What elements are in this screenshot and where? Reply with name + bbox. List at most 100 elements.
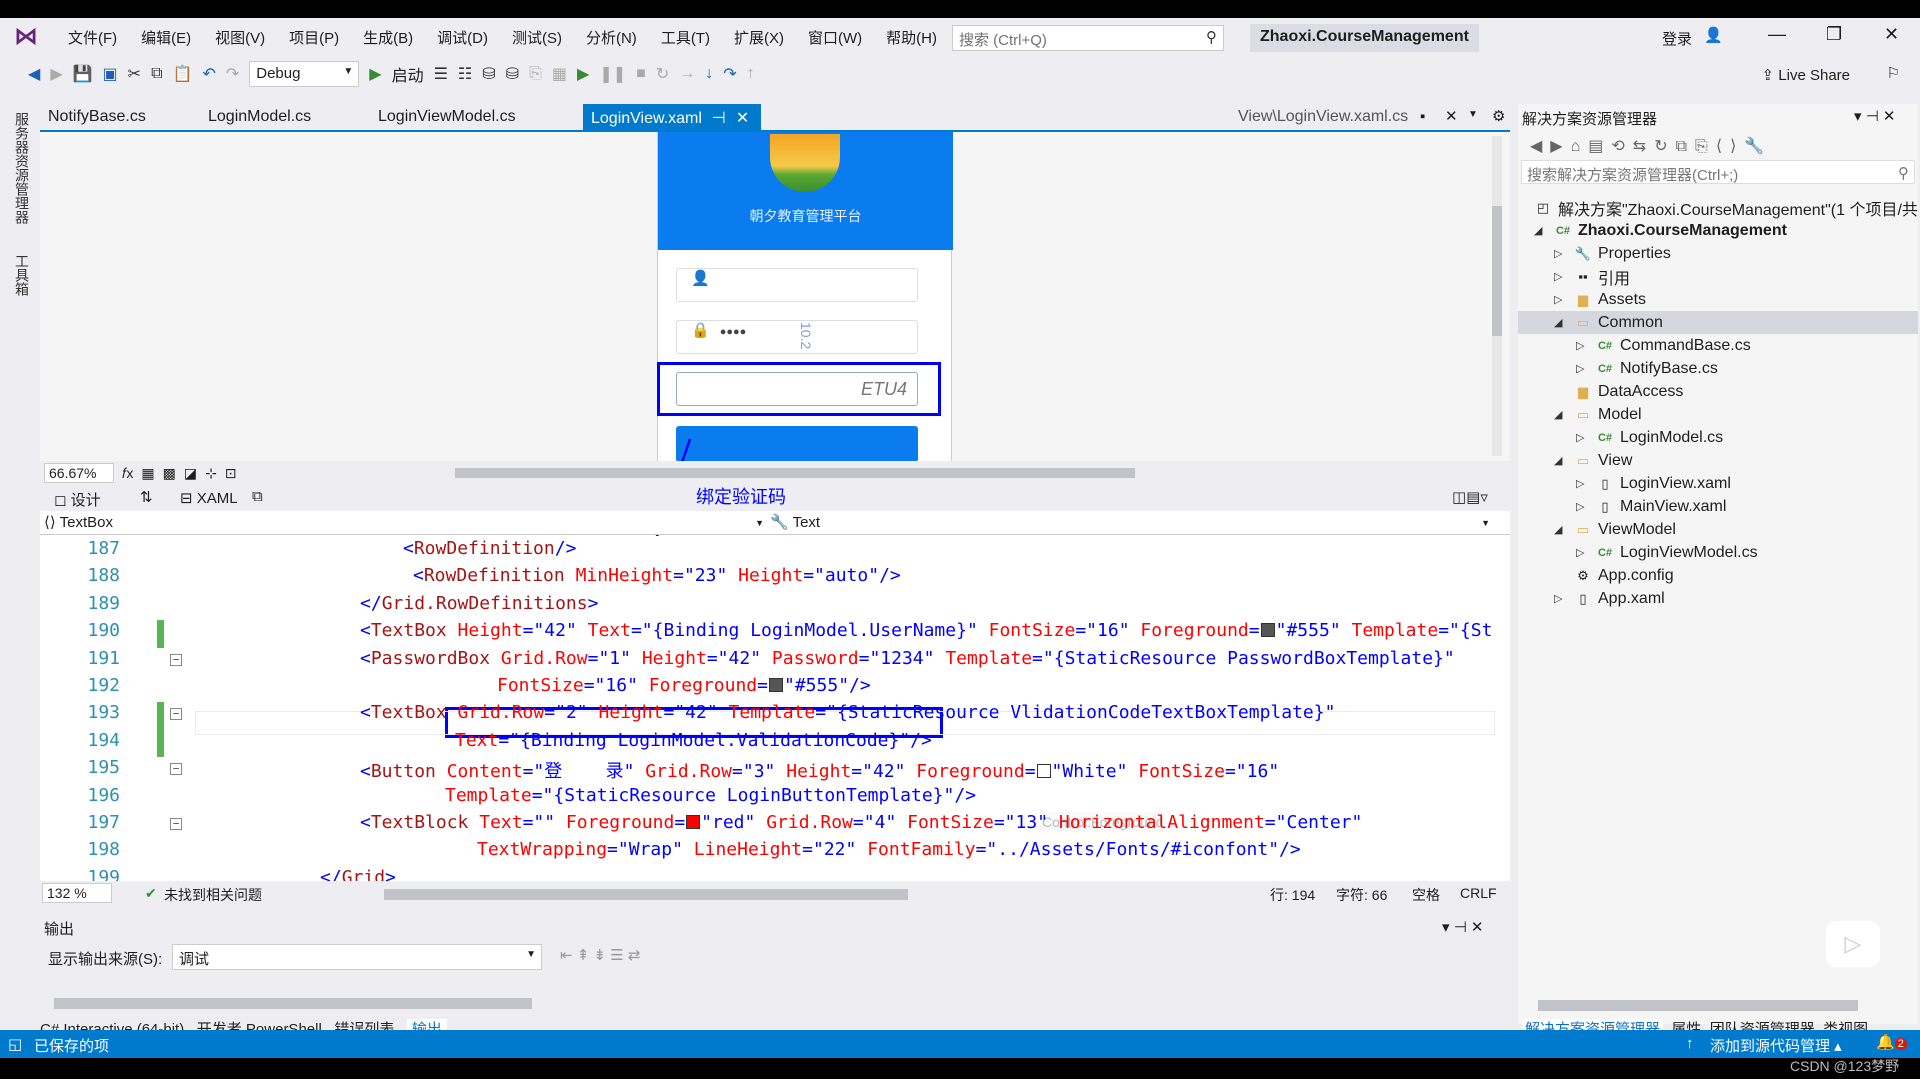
forward-icon[interactable]: ▶ [50,64,62,84]
pin-icon[interactable]: ▪ [1420,108,1425,125]
expand-icon[interactable]: ▷ [1576,500,1584,513]
configuration-select[interactable]: Debug ▼ [249,61,360,87]
restart-icon[interactable]: ↻ [656,64,669,84]
snap-lines-icon[interactable]: ⊹ [205,465,217,482]
notification-bell-icon[interactable]: 🔔 2 [1876,1033,1907,1051]
menu-item[interactable]: 项目(P) [277,27,351,48]
tree-item[interactable]: ▪▪ 引用 [1574,265,1630,288]
step-out-icon[interactable]: ↑ [747,65,755,83]
formula-icon[interactable]: 𝑓x [122,465,133,482]
pause-icon[interactable]: ❚❚ [599,64,626,84]
close-tab-icon[interactable]: ✕ [736,110,749,127]
menu-item[interactable]: 扩展(X) [722,27,796,48]
code-line[interactable]: <PasswordBox Grid.Row="1" Height="42" Pa… [360,648,1455,669]
effects-icon[interactable]: ⊡ [225,465,237,482]
tree-item[interactable]: ◰ 解决方案"Zhaoxi.CourseManagement"(1 个项目/共 [1534,196,1918,219]
code-area[interactable]: Control.Foreground 187 <RowDefinition/> 18… [40,536,1510,881]
indent-icon[interactable]: ☰ [434,64,448,84]
tab-design[interactable]: ◻ 设计 [54,489,101,510]
paste-icon[interactable]: 📋 [173,64,193,84]
fold-toggle-icon[interactable]: − [170,818,182,830]
build-all-icon[interactable]: ⛁ [506,64,519,84]
close-tab-icon[interactable]: ✕ [1445,107,1458,125]
menu-item[interactable]: 窗口(W) [796,27,874,48]
tree-item[interactable]: ▯ App.xaml [1574,587,1664,610]
add-to-source-control[interactable]: 添加到源代码管理 ▴ [1710,1035,1842,1056]
back-icon[interactable]: ◀ [28,64,40,84]
fold-toggle-icon[interactable]: − [170,708,182,721]
tab-loginview-xaml[interactable]: LoginView.xaml ⊣ ✕ [583,104,761,130]
restore-button[interactable]: ❐ [1826,24,1842,45]
expand-icon[interactable]: ▷ [1576,339,1584,352]
property-dropdown[interactable]: 🔧 Text ▼ [770,513,1490,531]
editor-zoom-select[interactable]: 132 % [42,883,112,903]
grid-icon[interactable]: ▦ [552,64,567,84]
collapse-icon[interactable]: ◢ [1554,316,1562,329]
tab-list-dropdown-icon[interactable]: ▼ [1468,109,1478,120]
expand-icon[interactable]: ▷ [1554,592,1562,605]
tree-item[interactable]: ▆ Assets [1574,288,1646,311]
search-input[interactable]: 搜索 (Ctrl+Q) ⚲ [952,25,1224,51]
undo-icon[interactable]: ↶ [202,64,215,84]
user-icon[interactable]: 👤 [1704,26,1723,44]
code-line[interactable]: <RowDefinition MinHeight="23" Height="au… [413,565,901,586]
close-window-button[interactable]: ✕ [1884,24,1899,45]
build-icon[interactable]: ⛁ [482,64,495,84]
panel-controls[interactable]: ▾ ⊣ ✕ [1442,918,1484,936]
split-view-icons[interactable]: ◫▤▿ [1452,488,1488,506]
tree-item[interactable]: C# NotifyBase.cs [1596,357,1718,380]
expand-icon[interactable]: ▷ [1554,270,1562,283]
start-button[interactable]: 启动 [392,62,424,86]
menu-item[interactable]: 工具(T) [649,27,722,48]
copy-icon[interactable]: ⧉ [151,65,162,83]
tree-item[interactable]: ▭ ViewModel [1574,518,1676,541]
expand-icon[interactable]: ▷ [1576,546,1584,559]
video-play-icon[interactable]: ▷ [1826,921,1880,967]
code-horizontal-scrollbar[interactable] [384,889,908,900]
toolbox-tab[interactable]: 工具箱 [12,254,32,296]
collapse-icon[interactable]: ◢ [1554,454,1562,467]
tab-loginview-xaml-cs[interactable]: View\LoginView.xaml.cs [1230,104,1416,130]
tree-item[interactable]: 🔧 Properties [1574,242,1671,265]
tab-loginviewmodel[interactable]: LoginViewModel.cs [370,104,524,130]
collapse-icon[interactable]: ◢ [1534,224,1542,237]
code-line[interactable]: <TextBox Grid.Row="2" Height="42" Templa… [360,702,1335,723]
tree-item[interactable]: C# LoginViewModel.cs [1596,541,1758,564]
tab-xaml[interactable]: ⊟ XAML [180,489,238,507]
solution-search-input[interactable]: 搜索解决方案资源管理器(Ctrl+;) ⚲ [1521,160,1915,184]
expand-icon[interactable]: ▷ [1576,431,1584,444]
tree-item[interactable]: C# CommandBase.cs [1596,334,1751,357]
tree-item[interactable]: ⚙ App.config [1574,564,1673,587]
element-dropdown[interactable]: ⟨⟩ TextBox ▼ [44,513,764,531]
output-source-select[interactable]: 调试 ▼ [172,944,542,970]
step-into-icon[interactable]: ↓ [705,65,713,83]
output-horizontal-scrollbar[interactable] [54,998,532,1009]
output-toolbar-icons[interactable]: ⇤ ⇞ ⇟ ☰ ⇄ [560,946,640,964]
snap-grid-icon[interactable]: ▩ [163,465,176,482]
expand-icon[interactable]: ▷ [1576,477,1584,490]
tree-item[interactable]: ▯ LoginView.xaml [1596,472,1730,495]
solution-toolbar-icons[interactable]: ◀▶⌂▤⟲⇆↻⧉⎘⟨⟩🔧 [1530,136,1772,156]
expand-icon[interactable]: ▷ [1554,293,1562,306]
redo-icon[interactable]: ↷ [226,64,239,84]
tab-loginmodel[interactable]: LoginModel.cs [200,104,319,130]
menu-item[interactable]: 文件(F) [56,27,129,48]
login-link[interactable]: 登录 [1662,28,1692,49]
start-icon[interactable]: ▶ [369,64,381,84]
menu-item[interactable]: 帮助(H) [874,27,949,48]
server-explorer-tab[interactable]: 服务器资源管理器 [12,112,32,224]
popout-icon[interactable]: ⧉ [252,488,263,505]
tree-horizontal-scrollbar[interactable] [1538,1000,1858,1011]
issues-status[interactable]: 未找到相关问题 [164,885,262,905]
fold-toggle-icon[interactable]: − [170,763,182,776]
tree-item[interactable]: ▭ View [1574,449,1633,472]
collapse-icon[interactable]: ◢ [1554,408,1562,421]
code-line[interactable]: <RowDefinition/> [403,538,576,559]
cut-icon[interactable]: ✂ [128,64,141,84]
format-icon[interactable]: ☷ [458,64,472,84]
code-line[interactable]: Text="{Binding LoginModel.ValidationCode… [455,730,932,751]
designer-zoom-select[interactable]: 66.67% [44,463,114,483]
pin-icon[interactable]: ⊣ [712,110,726,127]
horizontal-scrollbar[interactable] [454,468,1135,478]
menu-item[interactable]: 分析(N) [574,27,649,48]
